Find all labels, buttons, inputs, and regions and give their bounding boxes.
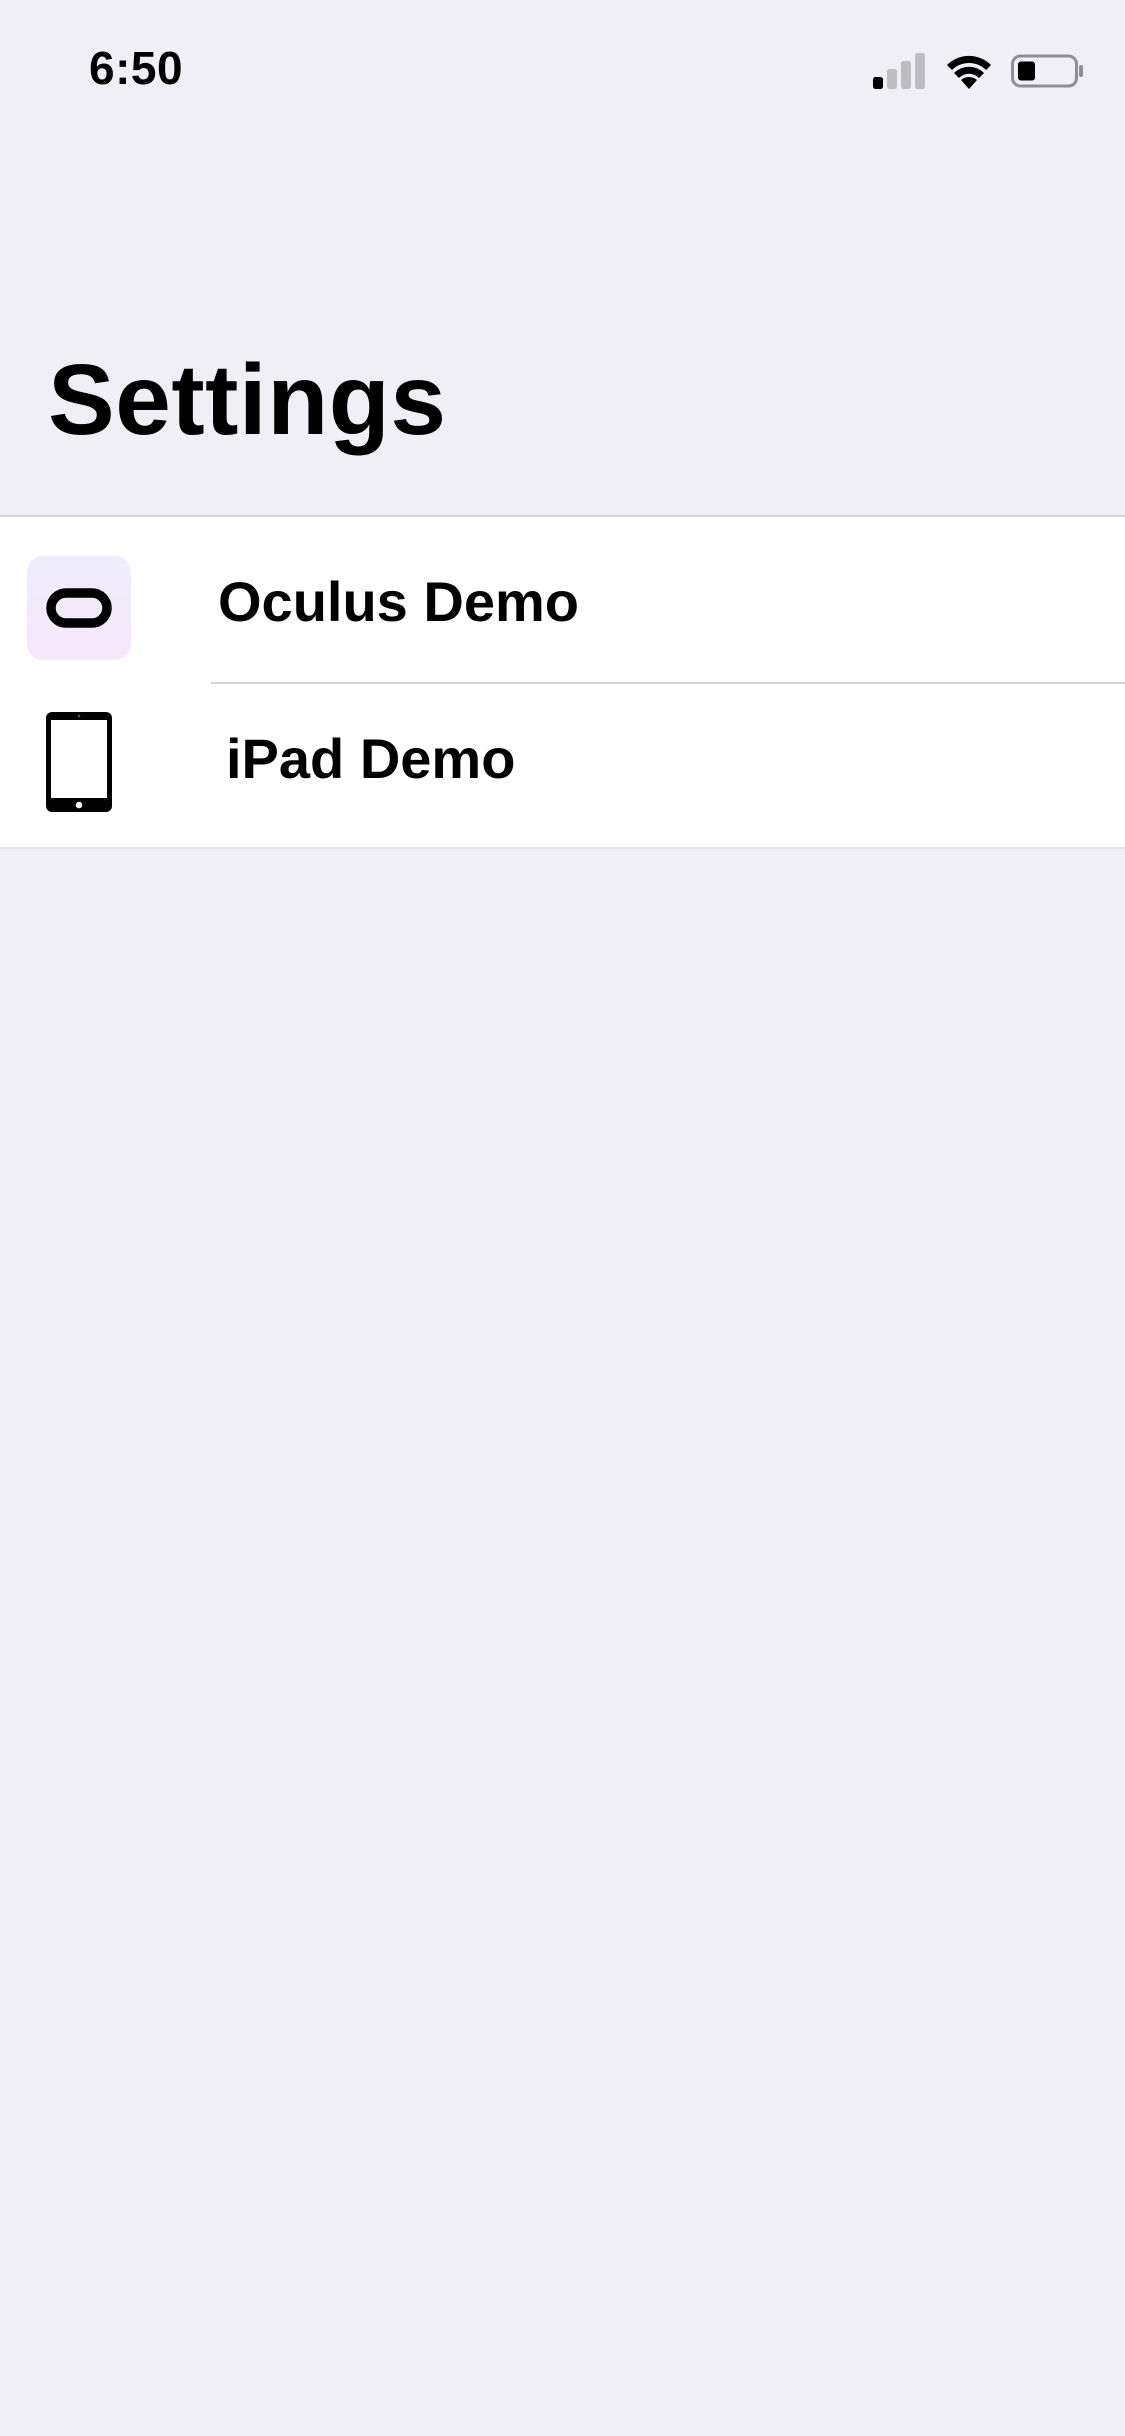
ipad-icon [46,712,112,812]
ipad-row-icon [27,710,131,814]
wifi-icon [947,55,991,89]
list-item-oculus-demo[interactable]: Oculus Demo [0,517,1125,682]
page-title: Settings [48,344,447,456]
list-item-ipad-demo[interactable]: iPad Demo [0,682,1125,847]
oculus-headset-icon [27,556,131,660]
status-icons [873,46,1085,96]
status-time: 6:50 [89,42,184,94]
list-item-label: iPad Demo [226,727,516,790]
list-item-label: Oculus Demo [218,570,579,633]
cellular-signal-icon [873,53,925,89]
status-bar: 6:50 [0,0,1125,140]
battery-icon [1011,54,1083,88]
oculus-row-icon [27,556,131,660]
settings-list: Oculus Demo iPad Demo [0,515,1125,849]
